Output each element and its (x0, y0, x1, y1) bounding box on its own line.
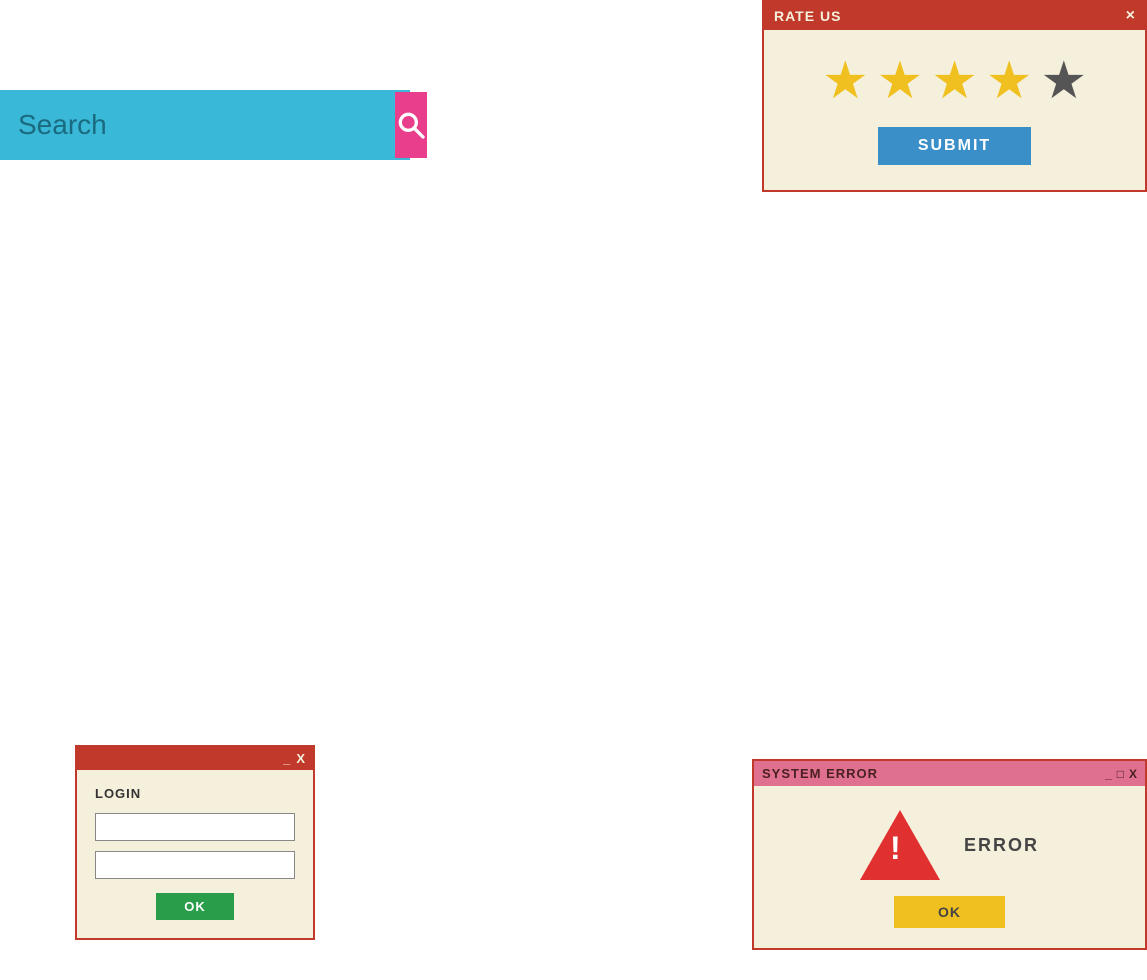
search-button[interactable] (395, 92, 427, 158)
star-3[interactable]: ★ (931, 55, 978, 107)
rate-us-close-button[interactable]: × (1126, 8, 1135, 24)
stars-row: ★ ★ ★ ★ ★ (822, 55, 1087, 107)
login-ok-button[interactable]: OK (156, 893, 234, 920)
rate-us-window: RATE US × ★ ★ ★ ★ ★ SUBMIT (762, 0, 1147, 192)
star-2[interactable]: ★ (877, 55, 924, 107)
login-username-input[interactable] (95, 813, 295, 841)
error-text: ERROR (964, 835, 1039, 856)
rate-us-title: RATE US (774, 8, 841, 24)
error-minimize-button[interactable]: _ (1105, 767, 1112, 781)
error-restore-button[interactable]: □ (1117, 767, 1124, 781)
star-4[interactable]: ★ (986, 55, 1033, 107)
submit-button[interactable]: SUBMIT (878, 127, 1031, 165)
login-titlebar: _ X (77, 747, 313, 770)
search-bar (0, 90, 410, 160)
star-5[interactable]: ★ (1040, 55, 1087, 107)
error-ok-button[interactable]: OK (894, 896, 1005, 928)
rate-us-body: ★ ★ ★ ★ ★ SUBMIT (764, 30, 1145, 190)
warning-triangle-icon (860, 810, 940, 880)
error-title-buttons: _ □ X (1105, 767, 1137, 781)
error-content-row: ERROR (860, 810, 1039, 880)
login-window: _ X LOGIN OK (75, 745, 315, 940)
login-body: LOGIN OK (77, 770, 313, 938)
error-body: ERROR OK (754, 786, 1145, 948)
star-1[interactable]: ★ (822, 55, 869, 107)
login-password-input[interactable] (95, 851, 295, 879)
error-title: SYSTEM ERROR (762, 766, 878, 781)
error-close-button[interactable]: X (1129, 767, 1137, 781)
login-minimize-button[interactable]: _ (283, 751, 290, 766)
rate-us-titlebar: RATE US × (764, 2, 1145, 30)
error-titlebar: SYSTEM ERROR _ □ X (754, 761, 1145, 786)
login-close-button[interactable]: X (296, 751, 305, 766)
search-input[interactable] (2, 92, 395, 158)
system-error-window: SYSTEM ERROR _ □ X ERROR OK (752, 759, 1147, 950)
search-icon (395, 109, 427, 141)
login-label: LOGIN (95, 786, 295, 801)
